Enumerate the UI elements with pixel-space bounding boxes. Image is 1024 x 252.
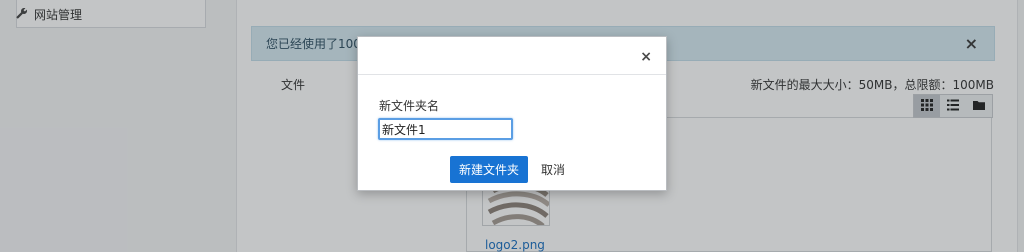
dialog-header: × — [358, 37, 666, 75]
dialog-close-button[interactable]: × — [640, 50, 652, 64]
folder-name-label: 新文件夹名 — [379, 99, 440, 113]
create-folder-button[interactable]: 新建文件夹 — [450, 156, 528, 183]
cancel-button[interactable]: 取消 — [533, 156, 573, 183]
folder-name-input[interactable] — [378, 118, 513, 140]
